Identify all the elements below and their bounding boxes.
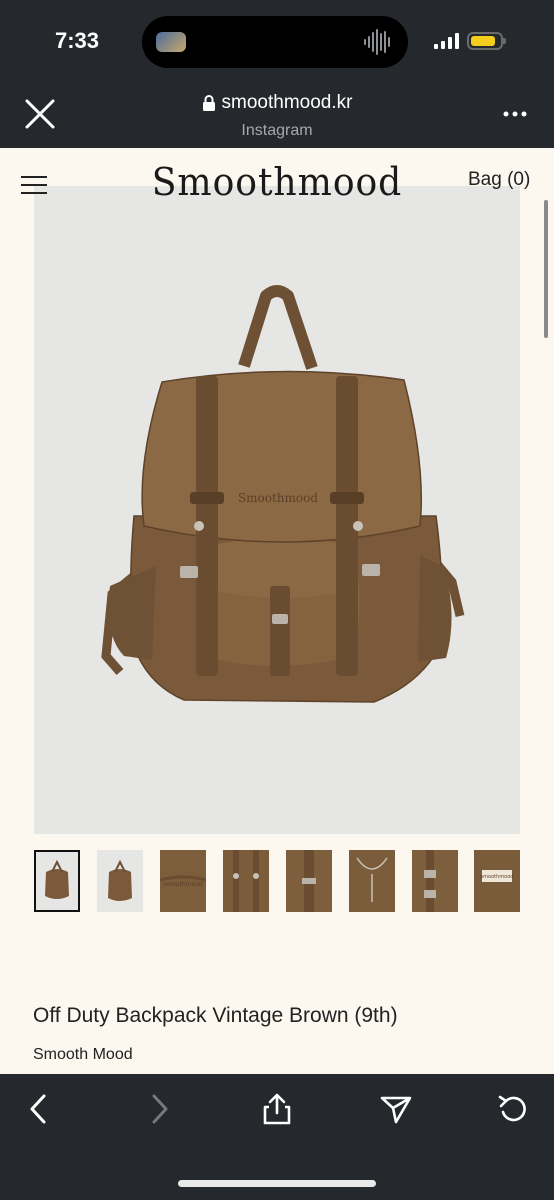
url-text: smoothmood.kr bbox=[221, 92, 353, 113]
product-hero-image[interactable]: Smoothmood bbox=[34, 186, 520, 834]
svg-text:smoothmood: smoothmood bbox=[163, 881, 203, 888]
lock-icon bbox=[202, 95, 215, 111]
thumbnail-7[interactable] bbox=[412, 850, 458, 912]
now-playing-artwork bbox=[156, 32, 186, 52]
share-icon[interactable] bbox=[260, 1092, 294, 1126]
bag-link[interactable]: Bag (0) bbox=[468, 169, 530, 191]
product-title: Off Duty Backpack Vintage Brown (9th) bbox=[33, 1004, 398, 1027]
more-icon[interactable] bbox=[500, 104, 530, 124]
svg-text:smoothmood: smoothmood bbox=[481, 874, 514, 880]
browser-toolbar bbox=[0, 1074, 554, 1200]
reload-icon[interactable] bbox=[497, 1092, 531, 1126]
thumbnail-2[interactable] bbox=[97, 850, 143, 912]
browser-source: Instagram bbox=[241, 122, 313, 139]
scrollbar[interactable] bbox=[544, 200, 548, 338]
battery-tip bbox=[503, 38, 506, 44]
backpack-image: Smoothmood bbox=[101, 285, 465, 703]
thumbnail-strip: smoothmood smoothmood bbox=[34, 850, 520, 912]
status-time: 7:33 bbox=[55, 28, 100, 53]
chevron-left-icon[interactable] bbox=[22, 1092, 56, 1126]
chevron-right-icon[interactable] bbox=[142, 1092, 176, 1126]
in-app-browser-header: smoothmood.kr Instagram bbox=[0, 82, 554, 148]
site-logo[interactable]: Smoothmood bbox=[14, 160, 540, 204]
web-page: Smoothmood Smoothmood Bag (0) smoothmood… bbox=[0, 148, 554, 1074]
cellular-signal-icon bbox=[434, 33, 459, 49]
dynamic-island bbox=[142, 16, 408, 68]
thumbnail-1[interactable] bbox=[34, 850, 80, 912]
address-area[interactable]: smoothmood.kr Instagram bbox=[0, 92, 554, 140]
status-bar: 7:33 bbox=[0, 0, 554, 82]
thumbnail-5[interactable] bbox=[286, 850, 332, 912]
thumbnail-8[interactable]: smoothmood bbox=[474, 850, 520, 912]
url-row: smoothmood.kr bbox=[202, 92, 353, 114]
thumbnail-6[interactable] bbox=[349, 850, 395, 912]
home-indicator[interactable] bbox=[178, 1180, 376, 1187]
thumbnail-4[interactable] bbox=[223, 850, 269, 912]
battery-icon bbox=[467, 32, 503, 50]
audio-waveform-icon bbox=[364, 29, 390, 55]
product-brand[interactable]: Smooth Mood bbox=[33, 1046, 133, 1064]
thumbnail-3[interactable]: smoothmood bbox=[160, 850, 206, 912]
bag-logo-text: Smoothmood bbox=[238, 491, 318, 505]
send-icon[interactable] bbox=[379, 1092, 413, 1126]
